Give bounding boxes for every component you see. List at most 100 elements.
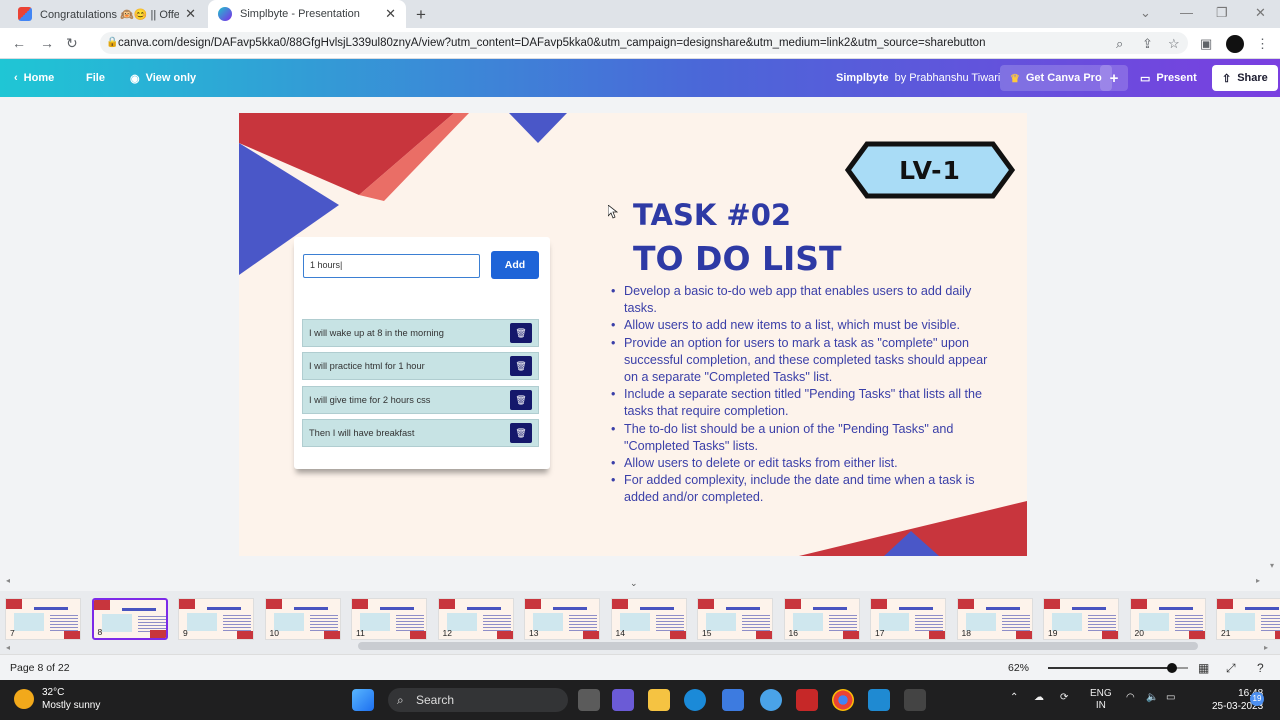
- page-thumbnail[interactable]: 7: [5, 598, 81, 640]
- sidebar-icon[interactable]: ▣: [1200, 36, 1212, 52]
- page-thumbnail[interactable]: 12: [437, 598, 514, 640]
- maximize-icon[interactable]: ❐: [1216, 5, 1228, 21]
- file-explorer-icon[interactable]: [648, 689, 670, 711]
- project-name: Simplbyte: [836, 72, 889, 84]
- weather-widget[interactable]: 32°C Mostly sunny: [14, 686, 100, 712]
- windows-start-icon[interactable]: [352, 689, 374, 711]
- bookmark-star-icon[interactable]: ☆: [1168, 36, 1180, 52]
- page-thumbnail[interactable]: 17: [870, 598, 946, 640]
- tab-gmail[interactable]: Congratulations 🙉😊 || Offer le ✕: [8, 0, 206, 28]
- search-icon: ⌕: [397, 693, 404, 707]
- url-text: canva.com/design/DAFavp5kka0/88GfgHvlsjL…: [118, 37, 986, 49]
- thumbnail-scrollbar[interactable]: [358, 642, 1198, 650]
- security-app-icon[interactable]: [796, 689, 818, 711]
- page-thumbnail[interactable]: 8: [91, 598, 168, 640]
- page-thumbnail[interactable]: 20: [1129, 598, 1206, 640]
- add-button[interactable]: +: [1100, 65, 1128, 91]
- thumbnail-page-number: 10: [269, 628, 279, 638]
- present-button[interactable]: ▭ Present: [1140, 59, 1197, 97]
- page-thumbnail[interactable]: 19: [1043, 598, 1119, 640]
- chrome-icon[interactable]: [832, 689, 854, 711]
- zoom-slider-handle[interactable]: [1167, 663, 1177, 673]
- fullscreen-icon[interactable]: ⤢: [1226, 661, 1236, 676]
- eye-icon: ◉: [130, 72, 140, 85]
- home-button[interactable]: ‹ Home: [14, 59, 54, 97]
- thumbnail-graphic: [207, 607, 241, 610]
- zoom-value: 62%: [1008, 662, 1030, 674]
- reload-icon[interactable]: ↻: [66, 35, 78, 52]
- page-thumbnail[interactable]: 16: [783, 598, 860, 640]
- volume-icon[interactable]: 🔈: [1146, 692, 1158, 704]
- taskbar-search[interactable]: ⌕ Search: [388, 688, 568, 712]
- vscode-icon[interactable]: [868, 689, 890, 711]
- page-thumbnail[interactable]: 10: [264, 598, 341, 640]
- zoom-search-icon[interactable]: ⌕: [1116, 36, 1123, 52]
- onedrive-icon[interactable]: ☁: [1034, 692, 1044, 704]
- language-indicator[interactable]: ENG IN: [1090, 688, 1112, 712]
- thumbnail-graphic: [323, 631, 340, 639]
- url-bar[interactable]: 🔒 canva.com/design/DAFavp5kka0/88GfgHvls…: [100, 32, 1188, 54]
- get-canva-pro-button[interactable]: ♛ Get Canva Pro: [1000, 65, 1112, 91]
- page-thumbnail[interactable]: 15: [697, 598, 773, 640]
- level-badge: LV-1: [899, 155, 961, 185]
- new-tab-icon[interactable]: +: [416, 5, 426, 25]
- scroll-down-arrow-icon[interactable]: ▾: [1270, 561, 1274, 570]
- help-icon[interactable]: ?: [1257, 661, 1264, 675]
- task-view-icon[interactable]: [578, 689, 600, 711]
- back-icon[interactable]: ←: [12, 35, 26, 51]
- app-icon[interactable]: [760, 689, 782, 711]
- zoom-slider[interactable]: [1048, 663, 1188, 673]
- sync-icon[interactable]: ⟳: [1060, 692, 1068, 704]
- page-thumbnail[interactable]: 13: [524, 598, 600, 640]
- lock-icon[interactable]: 🔒: [106, 32, 118, 54]
- menu-kebab-icon[interactable]: ⋮: [1256, 36, 1269, 52]
- share-page-icon[interactable]: ⇪: [1142, 36, 1153, 52]
- page-thumbnail[interactable]: 21: [1216, 598, 1280, 640]
- close-icon[interactable]: ✕: [385, 6, 396, 22]
- thumbnail-scroll-left-icon[interactable]: ◂: [6, 643, 10, 652]
- thumbnail-scroll-right-icon[interactable]: ▸: [1264, 643, 1268, 652]
- collapse-thumbnails-icon[interactable]: ⌄: [630, 578, 638, 589]
- teams-chat-icon[interactable]: [612, 689, 634, 711]
- snipping-tool-icon[interactable]: [904, 689, 926, 711]
- page-thumbnail[interactable]: 11: [351, 598, 427, 640]
- thumbnail-page-number: 9: [183, 628, 188, 638]
- todo-text: I will wake up at 8 in the morning: [309, 328, 444, 338]
- requirements-list: Develop a basic to-do web app that enabl…: [609, 283, 991, 507]
- minimize-icon[interactable]: —: [1180, 5, 1193, 20]
- scroll-left-arrow-icon[interactable]: ◂: [6, 576, 10, 585]
- view-only-label: View only: [145, 72, 197, 84]
- todo-item: Then I will have breakfast 🗑: [302, 419, 539, 447]
- file-menu-button[interactable]: File: [86, 59, 105, 97]
- thumbnail-graphic: [1188, 631, 1205, 639]
- thumbnail-graphic: [669, 631, 686, 639]
- tray-chevron-icon[interactable]: ⌃: [1010, 692, 1018, 704]
- notification-badge[interactable]: 19: [1250, 692, 1264, 706]
- chevron-left-icon: ‹: [14, 72, 18, 84]
- list-item: Allow users to delete or edit tasks from…: [609, 455, 991, 472]
- scroll-right-arrow-icon[interactable]: ▸: [1256, 576, 1260, 585]
- share-button[interactable]: ⇧ Share: [1212, 65, 1278, 91]
- edge-icon[interactable]: [684, 689, 706, 711]
- battery-icon[interactable]: ▭: [1166, 692, 1175, 704]
- thumbnail-page-number: 7: [10, 628, 15, 638]
- grid-view-icon[interactable]: ▦: [1198, 661, 1209, 675]
- view-only-button[interactable]: ◉ View only: [130, 59, 196, 97]
- thumbnail-graphic: [496, 631, 513, 639]
- page-thumbnail[interactable]: 18: [956, 598, 1033, 640]
- share-label: Share: [1237, 72, 1268, 84]
- thumbnail-graphic: [410, 631, 426, 639]
- wifi-icon[interactable]: ◠: [1126, 692, 1135, 704]
- profile-avatar[interactable]: [1226, 35, 1244, 53]
- thumbnail-graphic: [6, 599, 22, 609]
- tab-canva[interactable]: Simplbyte - Presentation ✕: [208, 0, 406, 28]
- close-icon[interactable]: ✕: [185, 6, 196, 22]
- thumbnail-graphic: [871, 599, 887, 609]
- store-icon[interactable]: [722, 689, 744, 711]
- thumbnail-graphic: [466, 607, 501, 610]
- page-thumbnail[interactable]: 14: [610, 598, 687, 640]
- window-close-icon[interactable]: ✕: [1255, 5, 1266, 21]
- forward-icon[interactable]: →: [40, 35, 54, 51]
- tab-search-icon[interactable]: ⌄: [1140, 5, 1151, 21]
- page-thumbnail[interactable]: 9: [178, 598, 254, 640]
